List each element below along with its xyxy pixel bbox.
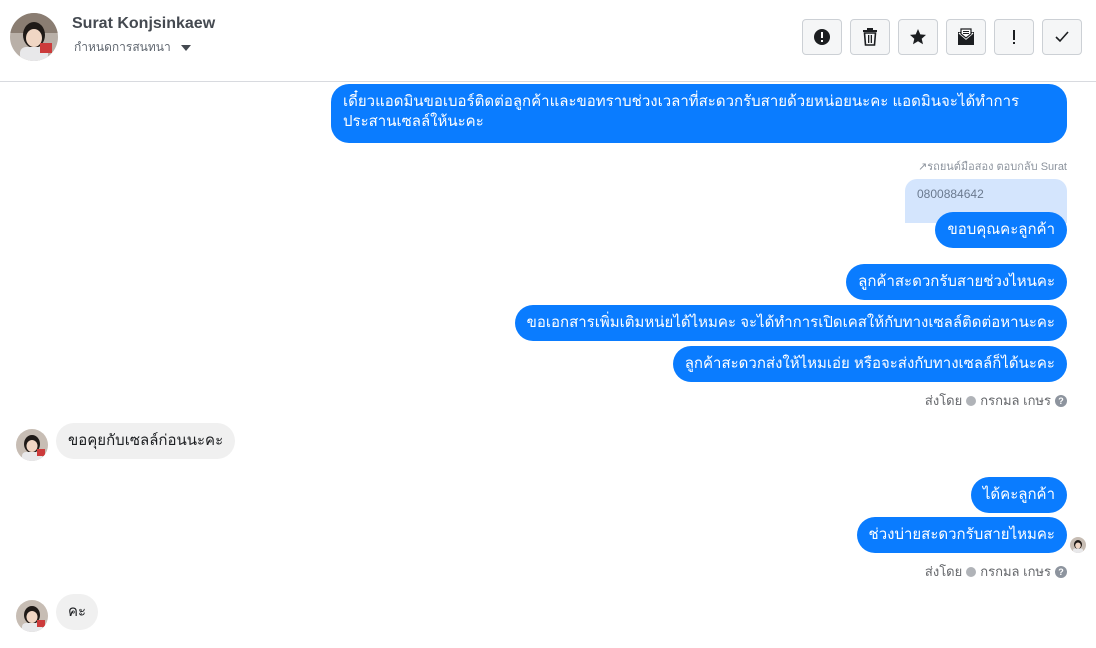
message-text-line-2: ประสานเซลล์ให้นะคะ [343,113,484,130]
contact-avatar-small[interactable] [16,429,48,461]
spam-button[interactable] [802,19,842,55]
message-text: ขอบคุณคะลูกค้า [947,221,1055,238]
exclamation-icon [1013,30,1015,44]
contact-avatar[interactable] [10,13,58,61]
help-icon[interactable]: ? [1055,565,1067,578]
conversation-header: Surat Konjsinkaew กำหนดการสนทนา [0,0,1096,82]
message-text: ขอเอกสารเพิ่มเติมหน่ยได้ไหมคะ จะได้ทำการ… [526,314,1055,331]
message-text: ลูกค้าสะดวกรับสายช่วงไหนคะ [858,273,1055,290]
sent-by-prefix: ส่งโดย [924,393,963,408]
message-text: ได้คะลูกค้า [982,486,1055,503]
outgoing-message[interactable]: ช่วงบ่ายสะดวกรับสายไหมคะ [856,517,1067,553]
sender-name[interactable]: กรกมล เกษร [980,390,1051,411]
chevron-down-icon [180,44,191,51]
reply-context-label: ↗รถยนต์มือสอง ตอบกลับ Surat [918,161,1067,173]
conversation-settings-dropdown[interactable]: กำหนดการสนทนา [74,38,191,57]
star-icon [910,29,926,45]
verified-icon [966,566,977,577]
trash-icon [863,28,877,46]
message-text: ช่วงบ่ายสะดวกรับสายไหมคะ [868,526,1055,543]
sent-by-label: ส่งโดย กรกมล เกษร ? [925,561,1067,582]
quoted-text: 0800884642 [917,187,984,201]
outgoing-message[interactable]: ลูกค้าสะดวกรับสายช่วงไหนคะ [846,264,1067,300]
sender-name[interactable]: กรกมล เกษร [980,561,1051,582]
sent-by-label: ส่งโดย กรกมล เกษร ? [925,390,1067,411]
check-icon [1055,31,1069,43]
outgoing-message[interactable]: ขอบคุณคะลูกค้า [935,212,1067,248]
incoming-message[interactable]: คะ [56,594,99,630]
message-text: เดี๋ยวแอดมินขอเบอร์ติดต่อลูกค้าและขอทราบ… [343,93,1020,110]
outgoing-message[interactable]: เดี๋ยวแอดมินขอเบอร์ติดต่อลูกค้าและขอทราบ… [331,84,1067,143]
outgoing-message[interactable]: ได้คะลูกค้า [970,477,1067,513]
mail-icon [958,28,974,45]
follow-up-button[interactable] [994,19,1034,55]
conversation-settings-label: กำหนดการสนทนา [74,40,171,54]
star-button[interactable] [898,19,938,55]
mark-done-button[interactable] [1042,19,1082,55]
seen-receipt-avatar [1070,537,1086,553]
message-text: คะ [68,603,87,620]
incoming-message[interactable]: ขอคุยกับเซลล์ก่อนนะคะ [56,423,236,459]
message-text: ขอคุยกับเซลล์ก่อนนะคะ [68,432,224,449]
message-text: ลูกค้าสะดวกส่งให้ไหมเอ่ย หรือจะส่งกับทาง… [684,355,1055,372]
conversation-toolbar [802,19,1082,55]
alert-circle-icon [814,29,830,45]
delete-button[interactable] [850,19,890,55]
outgoing-message[interactable]: ขอเอกสารเพิ่มเติมหน่ยได้ไหมคะ จะได้ทำการ… [514,305,1067,341]
mark-unread-button[interactable] [946,19,986,55]
outgoing-message[interactable]: ลูกค้าสะดวกส่งให้ไหมเอ่ย หรือจะส่งกับทาง… [672,346,1067,382]
contact-avatar-small[interactable] [16,600,48,632]
sent-by-prefix: ส่งโดย [924,564,963,579]
contact-name[interactable]: Surat Konjsinkaew [72,15,215,33]
verified-icon [966,395,977,406]
help-icon[interactable]: ? [1055,394,1067,407]
